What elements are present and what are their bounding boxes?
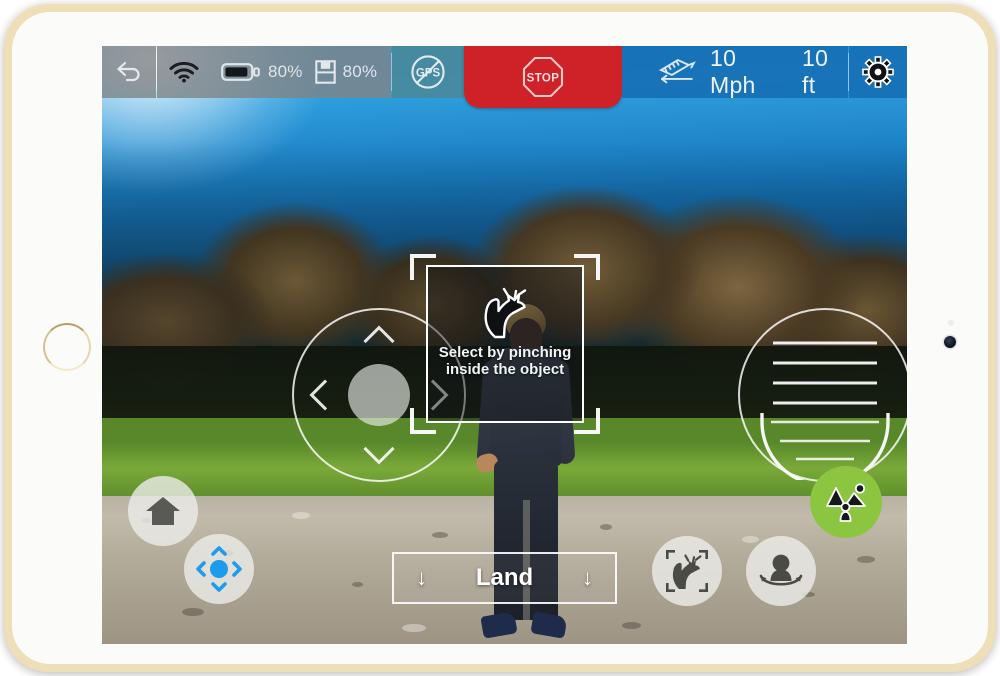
settings-button[interactable] [849, 46, 907, 98]
sd-card-icon [314, 60, 336, 84]
home-icon [146, 497, 180, 525]
pinch-select-icon [666, 550, 708, 592]
gps-status-indicator[interactable]: GPS [392, 46, 465, 98]
storage-percent-label: 80% [342, 62, 378, 81]
landscape-scene-mode-button[interactable] [810, 466, 882, 538]
target-selection-reticle[interactable]: Select by pinching inside the object [410, 254, 600, 434]
battery-indicator: 80% [211, 46, 311, 98]
drone-camera-viewport: 80% 80% GPS STOP 10 Mph 10 ft Select by … [102, 46, 907, 644]
altitude-value: 10 ft [802, 46, 829, 98]
wifi-icon [169, 61, 199, 83]
land-arrow-right: ↓ [581, 565, 593, 590]
tablet-device: 80% 80% GPS STOP 10 Mph 10 ft Select by … [4, 4, 996, 672]
tablet-home-button[interactable] [43, 323, 91, 371]
telemetry-readout: 10 Mph 10 ft [622, 46, 848, 98]
land-arrow-left: ↓ [416, 565, 427, 590]
back-button[interactable] [102, 46, 156, 98]
top-status-bar: 80% 80% GPS STOP 10 Mph 10 ft [102, 46, 907, 108]
follow-person-mode-button[interactable] [746, 536, 816, 606]
recenter-dpad-button[interactable] [184, 534, 254, 604]
joystick-down-chevron-icon [363, 433, 395, 465]
return-home-button[interactable] [128, 476, 198, 546]
dpad-recenter-icon [196, 546, 242, 592]
instruction-text: Select by pinching inside the object [438, 344, 572, 378]
speed-value: 10 Mph [710, 46, 756, 98]
svg-text:STOP: STOP [527, 72, 560, 84]
follow-person-icon [759, 554, 803, 586]
joystick-up-chevron-icon [363, 325, 395, 357]
pinch-select-mode-button[interactable] [652, 536, 722, 606]
wifi-indicator [157, 46, 211, 98]
emergency-stop-button[interactable]: STOP [464, 46, 623, 108]
gear-icon [862, 56, 894, 88]
battery-percent-label: 80% [268, 62, 303, 81]
battery-icon [221, 63, 260, 81]
pinch-hand-icon [484, 287, 527, 339]
land-button-label: Land [475, 564, 534, 591]
joystick-left-chevron-icon [309, 379, 341, 411]
gps-disabled-icon: GPS [411, 55, 445, 89]
storage-indicator: 80% [310, 46, 392, 98]
altitude-ladder-icon [760, 341, 890, 480]
instruction-tooltip: Select by pinching inside the object [426, 265, 584, 423]
svg-text:GPS: GPS [416, 68, 441, 80]
stop-sign-icon: STOP [523, 56, 564, 98]
speed-distance-icon [659, 59, 696, 84]
altitude-throttle-slider[interactable] [738, 308, 907, 482]
joystick-knob[interactable] [348, 364, 410, 426]
front-camera-lens [944, 336, 956, 348]
landscape-scene-icon [826, 483, 866, 522]
ambient-sensor-dot [948, 320, 954, 326]
back-arrow-icon [116, 61, 140, 82]
land-button[interactable]: ↓ Land ↓ [392, 552, 617, 604]
